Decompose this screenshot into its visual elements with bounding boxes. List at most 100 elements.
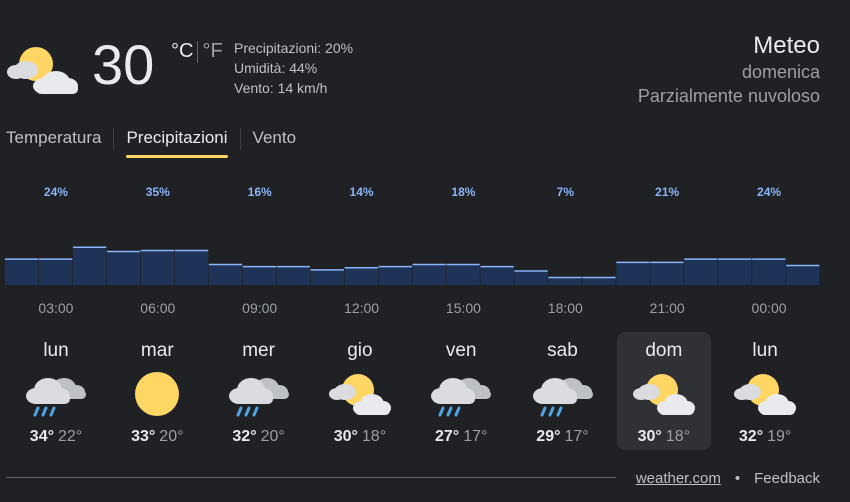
day-name: ven [445,340,477,361]
precipitation-bar [378,266,412,285]
day-card-gio[interactable]: gio 30° 18° [313,332,407,450]
precipitation-bar [242,266,277,285]
day-low-temp: 20° [159,428,184,445]
rain-cloud-icon [24,368,88,420]
day-card-lun[interactable]: lun 32° 19° [718,332,812,450]
tab-temperature[interactable]: Temperatura [0,126,113,158]
day-name: mar [140,340,174,361]
day-card-mer[interactable]: mer 32° 20° [212,332,306,450]
precipitation-bar [38,259,73,285]
time-axis-label: 06:00 [140,300,175,316]
day-high-temp: 34° [29,428,54,445]
day-high-temp: 27° [434,428,460,445]
day-card-lun[interactable]: lun 34° 22° [9,332,103,450]
time-axis-label: 18:00 [548,300,583,316]
precipitation-bar [548,277,582,285]
day-name: lun [752,340,778,361]
day-low-temp: 20° [260,428,285,445]
precipitation-value-label: 7% [557,185,575,199]
day-name: sab [547,340,578,361]
time-axis-label: 15:00 [446,300,481,316]
humidity-text: Umidità: 44% [234,60,318,76]
unit-toggle: °C °F [171,40,223,63]
footer-divider [6,477,616,478]
precipitation-value-label: 21% [655,185,679,199]
precipitation-bar [446,264,480,285]
day-name: mer [242,340,275,361]
day-temperatures: 32° 20° [212,428,306,446]
day-low-temp: 18° [361,428,387,445]
tab-precipitation[interactable]: Precipitazioni [114,126,239,158]
precipitation-value-label: 18% [451,185,475,199]
day-temperatures: 29° 17° [516,428,610,446]
time-axis-label: 12:00 [344,300,379,316]
precipitation-bar [140,250,175,285]
current-temperature: 30 [92,33,155,96]
tab-wind[interactable]: Vento [241,126,309,158]
precipitation-bar [310,269,344,285]
precipitation-value-label: 24% [44,185,68,199]
feedback-link[interactable]: Feedback [754,470,820,487]
unit-separator [197,40,199,63]
day-card-dom[interactable]: dom 30° 18° [616,332,711,450]
day-high-temp: 30° [637,428,662,445]
location-header: Meteo domenica Parzialmente nuvoloso [638,32,820,108]
precipitation-bar [5,259,39,285]
day-low-temp: 18° [665,428,690,445]
day-low-temp: 22° [58,428,83,445]
current-condition: Parzialmente nuvoloso [637,86,820,106]
precipitation-bar [208,264,243,285]
precipitation-bar [480,266,514,285]
partly-cloudy-icon [7,47,78,94]
day-card-sab[interactable]: sab 29° 17° [516,332,610,450]
partly-cloudy-icon [328,368,392,420]
precipitation-bar [72,247,107,285]
day-temperatures: 34° 22° [9,428,103,446]
day-temperatures: 27° 17° [414,428,508,446]
day-high-temp: 33° [131,428,156,445]
time-axis-label: 21:00 [650,300,685,316]
rain-cloud-icon [227,368,291,420]
day-low-temp: 19° [767,428,792,445]
precipitation-value-label: 16% [248,185,272,199]
day-card-mar[interactable]: mar 33° 20° [110,332,204,450]
day-name: dom [645,340,683,361]
precipitation-bar [582,277,616,285]
precipitation-bar [344,267,378,285]
day-high-temp: 30° [333,428,358,445]
day-high-temp: 32° [738,428,764,445]
widget-title: Meteo [753,32,820,59]
current-day: domenica [741,62,820,82]
precipitation-bar [786,265,820,285]
time-axis-label: 09:00 [242,300,277,316]
tab-bar: Temperatura Precipitazioni Vento [0,126,308,160]
weather-source-link[interactable]: weather.com [636,470,721,487]
day-low-temp: 17° [463,428,488,445]
unit-celsius-button[interactable]: °C [171,40,193,63]
precipitation-chart: 24% 35% 16% 14% 18% 7% 21% 24% 03:00 06:00 09:00 12… [5,185,820,316]
precipitation-bar [514,270,548,285]
wind-text: Vento: 14 km/h [234,80,328,96]
time-axis-label: 00:00 [752,300,787,316]
footer-separator: • [734,470,741,487]
day-temperatures: 32° 19° [718,428,812,446]
rain-cloud-icon [531,368,595,420]
precipitation-value-label: 14% [350,185,374,199]
day-low-temp: 17° [564,428,589,445]
sun-icon [125,368,189,420]
day-card-ven[interactable]: ven 27° 17° [414,332,508,450]
precipitation-bar [752,259,786,285]
day-temperatures: 30° 18° [617,428,711,446]
unit-fahrenheit-button[interactable]: °F [202,40,222,63]
day-high-temp: 29° [536,428,561,445]
day-temperatures: 30° 18° [313,428,407,446]
precipitation-bar [650,262,684,285]
precipitation-bar [718,259,752,285]
day-name: gio [347,340,373,361]
precipitation-text: Precipitazioni: 20% [234,40,354,56]
day-name: lun [43,340,69,361]
precipitation-bar [174,250,209,285]
current-details: Precipitazioni: 20% Umidità: 44% Vento: … [234,38,353,98]
footer: weather.com • Feedback [636,470,820,487]
time-axis-label: 03:00 [38,300,73,316]
